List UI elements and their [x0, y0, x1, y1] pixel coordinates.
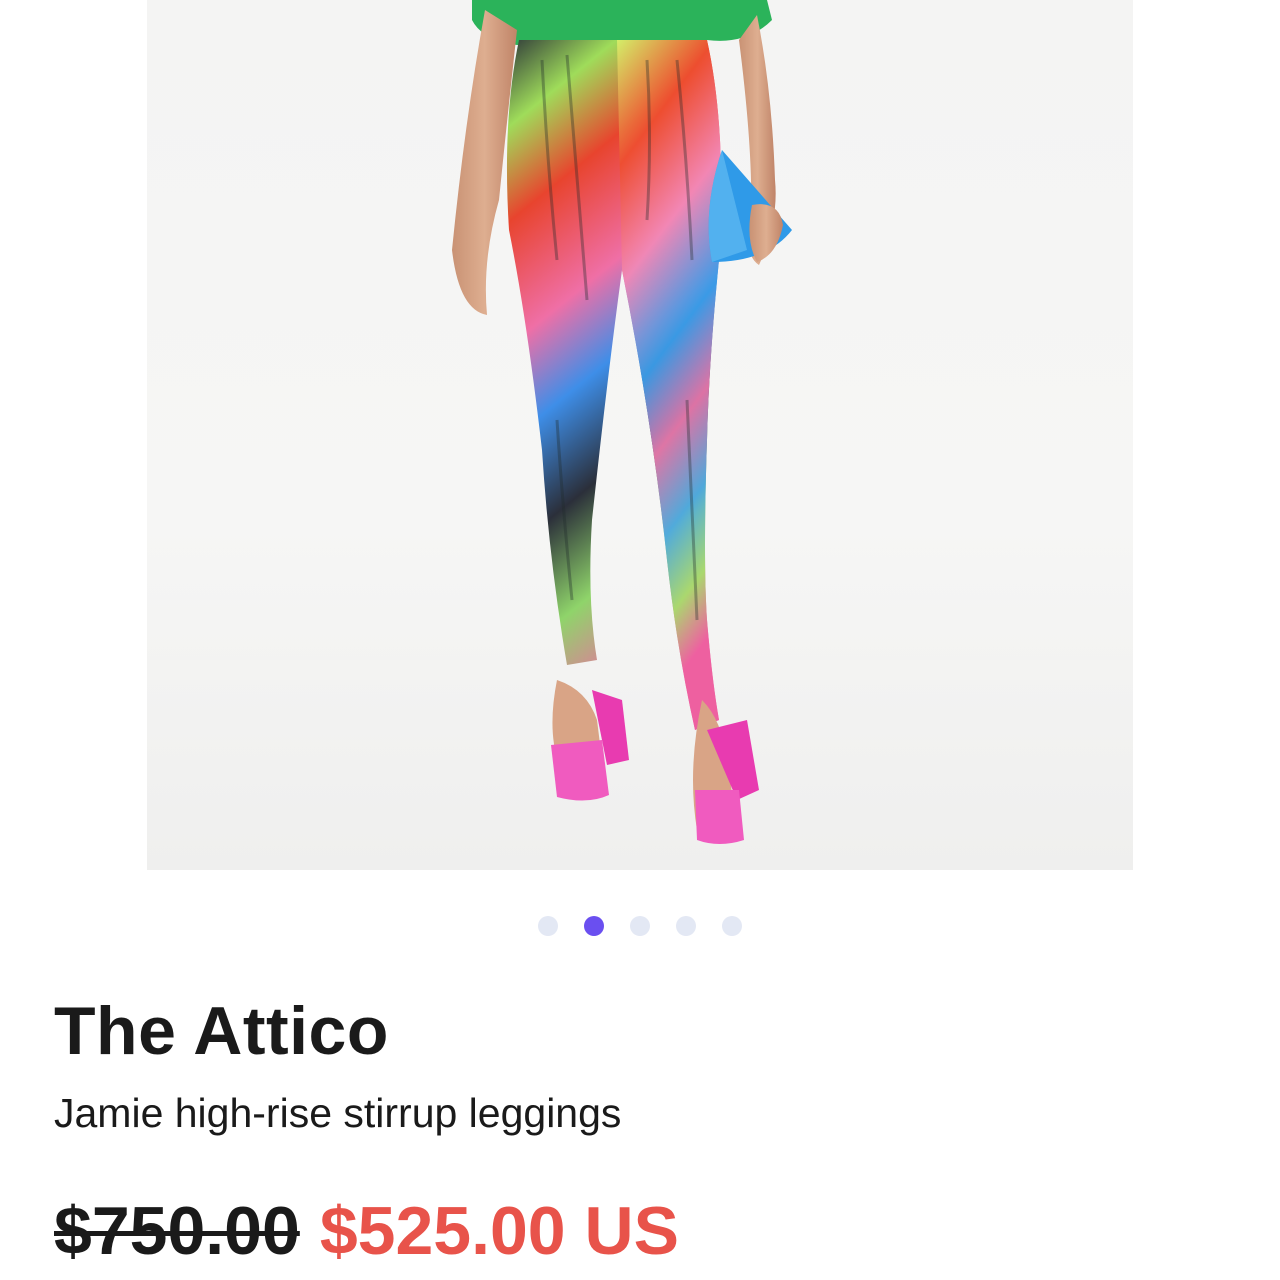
carousel-dot-5[interactable]: [722, 916, 742, 936]
price-row: $750.00 $525.00 US: [54, 1192, 679, 1270]
brand-name[interactable]: The Attico: [54, 992, 389, 1070]
product-photo: [452, 0, 792, 844]
carousel-dot-2-active[interactable]: [584, 916, 604, 936]
carousel-dots: [0, 916, 1280, 938]
carousel-dot-3[interactable]: [630, 916, 650, 936]
product-name: Jamie high-rise stirrup leggings: [54, 1090, 622, 1136]
carousel-dot-1[interactable]: [538, 916, 558, 936]
product-image[interactable]: [147, 0, 1133, 870]
original-price: $750.00: [54, 1193, 300, 1269]
sale-price: $525.00 US: [319, 1193, 679, 1269]
carousel-dot-4[interactable]: [676, 916, 696, 936]
product-page: The Attico Jamie high-rise stirrup leggi…: [0, 0, 1280, 1280]
